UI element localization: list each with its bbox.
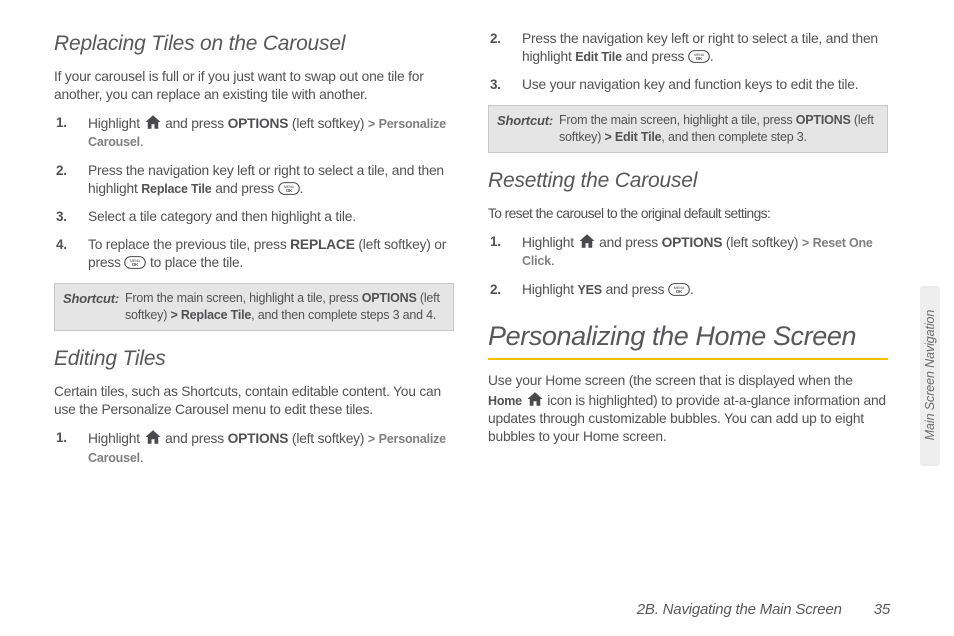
step-number: 2. [56,162,67,180]
step-number: 1. [490,233,501,251]
right-column: 2. Press the navigation key left or righ… [488,30,888,477]
text: Use your Home screen (the screen that is… [488,373,853,388]
home-icon [144,114,162,130]
step-number: 1. [56,114,67,132]
home-label: Home [488,394,522,408]
left-column: Replacing Tiles on the Carousel If your … [54,30,454,477]
list-item: 3. Use your navigation key and function … [510,76,888,94]
list-replacing-steps: 1. Highlight and press OPTIONS (left sof… [54,114,454,272]
step-number: 3. [490,76,501,94]
text: . [140,134,144,149]
heading-replacing-tiles: Replacing Tiles on the Carousel [54,30,454,58]
text: Use your navigation key and function key… [522,77,858,92]
gt: > [802,236,809,250]
text: , and then complete step 3. [661,130,806,144]
text: From the main screen, highlight a tile, … [125,291,362,305]
heading-resetting-carousel: Resetting the Carousel [488,167,888,195]
text: icon is highlighted) to provide at-a-gla… [488,393,886,444]
shortcut-box: Shortcut: From the main screen, highligh… [488,105,888,154]
page-content: Replacing Tiles on the Carousel If your … [54,30,894,477]
edit-tile-label: Edit Tile [575,50,622,64]
shortcut-box: Shortcut: From the main screen, highligh… [54,283,454,332]
replace-label: REPLACE [290,237,355,252]
shortcut-label: Shortcut: [63,291,119,306]
list-item: 3. Select a tile category and then highl… [76,208,454,226]
menu-ok-icon [124,255,146,270]
gt: > [604,130,611,144]
text: Highlight [88,116,144,131]
step-number: 4. [56,236,67,254]
shortcut-body: From the main screen, highlight a tile, … [497,112,879,146]
gt: > [368,117,375,131]
options-label: OPTIONS [362,291,417,305]
heading-personalizing-home: Personalizing the Home Screen [488,319,888,355]
yes-label: YES [578,283,602,297]
side-tab-label: Main Screen Navigation [923,293,937,457]
list-editing-steps: 1. Highlight and press OPTIONS (left sof… [54,429,454,466]
options-label: OPTIONS [796,113,851,127]
text: Highlight [88,431,144,446]
para-reset-intro: To reset the carousel to the original de… [488,205,888,223]
options-label: OPTIONS [662,235,723,250]
text: . [690,282,694,297]
heading-editing-tiles: Editing Tiles [54,345,454,373]
list-item: 1. Highlight and press OPTIONS (left sof… [510,233,888,270]
list-editing-steps-cont: 2. Press the navigation key left or righ… [488,30,888,95]
options-label: OPTIONS [228,116,289,131]
step-number: 1. [56,429,67,447]
list-item: 1. Highlight and press OPTIONS (left sof… [76,429,454,466]
step-number: 3. [56,208,67,226]
footer-section: 2B. Navigating the Main Screen [637,601,842,618]
text: and press [212,181,278,196]
edit-tile-label: Edit Tile [615,130,662,144]
menu-ok-icon [278,181,300,196]
text: To replace the previous tile, press [88,237,290,252]
gt: > [170,308,177,322]
text: (left softkey) [288,116,368,131]
text: and press [596,235,662,250]
para-editing-intro: Certain tiles, such as Shortcuts, contai… [54,383,454,419]
para-replacing-intro: If your carousel is full or if you just … [54,68,454,104]
replace-tile-label: Replace Tile [141,182,211,196]
text: to place the tile. [146,255,243,270]
gt: > [368,432,375,446]
text: From the main screen, highlight a tile, … [559,113,796,127]
list-item: 1. Highlight and press OPTIONS (left sof… [76,114,454,151]
list-item: 2. Press the navigation key left or righ… [76,162,454,198]
step-number: 2. [490,30,501,48]
list-item: 2. Highlight YES and press . [510,281,888,299]
text: and press [602,282,668,297]
step-number: 2. [490,281,501,299]
text: and press [162,431,228,446]
list-item: 4. To replace the previous tile, press R… [76,236,454,272]
para-personal: Use your Home screen (the screen that is… [488,372,888,446]
replace-tile-label: Replace Tile [181,308,251,322]
text: , and then complete steps 3 and 4. [251,308,436,322]
text: Select a tile category and then highligh… [88,209,356,224]
text: (left softkey) [722,235,802,250]
page-footer: 2B. Navigating the Main Screen 35 [637,601,890,618]
list-reset-steps: 1. Highlight and press OPTIONS (left sof… [488,233,888,299]
menu-ok-icon [668,282,690,297]
page-number: 35 [874,601,890,618]
side-tab: Main Screen Navigation [920,286,940,466]
text: Highlight [522,282,578,297]
text: . [140,450,144,465]
shortcut-label: Shortcut: [497,113,553,128]
list-item: 2. Press the navigation key left or righ… [510,30,888,66]
text: and press [162,116,228,131]
home-icon [144,429,162,445]
text: and press [622,49,688,64]
text: (left softkey) [288,431,368,446]
text: . [551,253,555,268]
home-icon [578,233,596,249]
text: Highlight [522,235,578,250]
options-label: OPTIONS [228,431,289,446]
shortcut-body: From the main screen, highlight a tile, … [63,290,445,324]
heading-underline [488,358,888,360]
menu-ok-icon [688,49,710,64]
home-icon [526,391,544,407]
text: . [300,181,304,196]
text: . [710,49,714,64]
